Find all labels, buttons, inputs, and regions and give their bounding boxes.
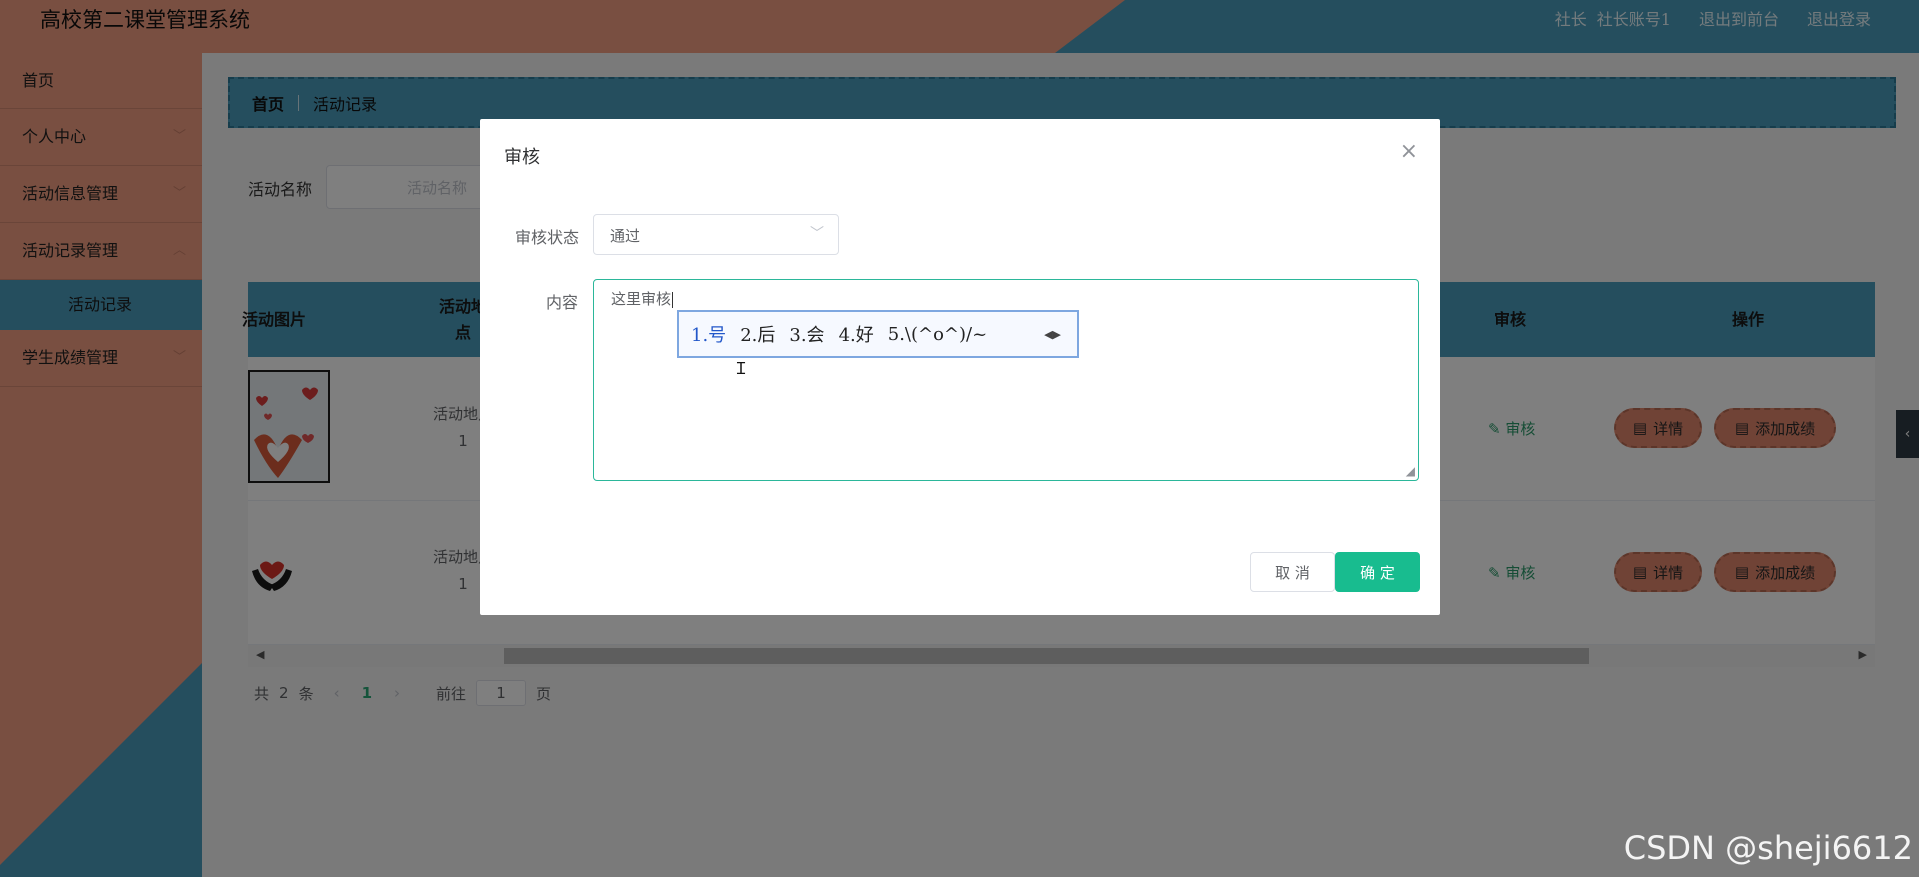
cancel-button[interactable]: 取 消 [1250,552,1335,592]
ime-page-arrows-icon[interactable]: ◀▶ [1044,328,1061,341]
ime-candidate[interactable]: 5.\(^o^)/~ [888,324,987,345]
audit-status-label: 审核状态 [515,228,580,247]
ime-candidate[interactable]: 4.好 [839,321,874,347]
ime-candidate[interactable]: 2.后 [740,321,775,347]
watermark: CSDN @sheji6612 [1623,829,1913,867]
chevron-down-icon: ﹀ [810,226,824,242]
text-cursor-icon: Ｉ [733,359,750,378]
text-caret [672,291,674,308]
dialog-title: 审核 [504,147,540,168]
ime-candidate[interactable]: 1.号 [691,321,726,347]
content-text: 这里审核 [611,290,672,308]
audit-status-select[interactable]: 通过 ﹀ [593,214,839,255]
close-icon[interactable]: × [1400,139,1418,164]
resize-handle-icon[interactable]: ◢ [1406,464,1415,478]
audit-status-value: 通过 [610,227,641,245]
ime-candidate[interactable]: 3.会 [789,321,824,347]
ime-candidate-popup: 1.号 2.后 3.会 4.好 5.\(^o^)/~ ◀▶ [677,310,1079,358]
content-label: 内容 [546,293,579,312]
confirm-button[interactable]: 确 定 [1335,552,1420,592]
audit-dialog: 审核 × 审核状态 通过 ﹀ 内容 这里审核 ◢ 1.号 2.后 3.会 4.好… [480,119,1440,615]
